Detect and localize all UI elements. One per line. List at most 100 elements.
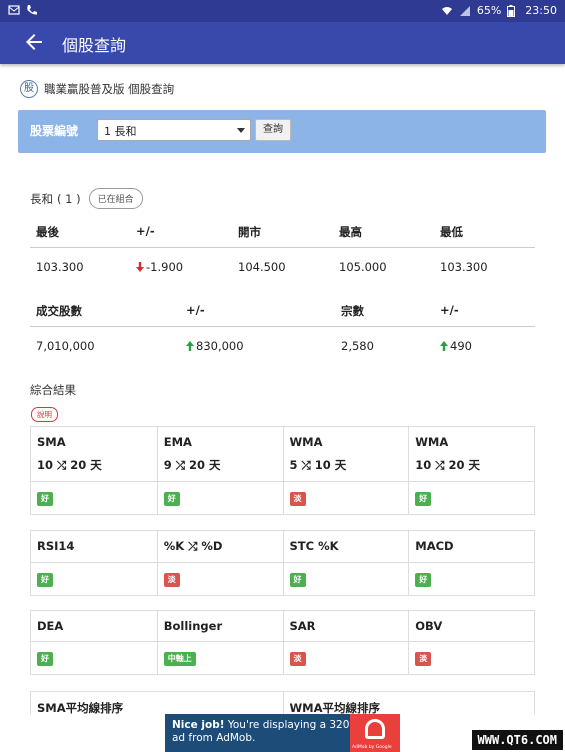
indicator-name: SMA — [37, 435, 66, 449]
crossover-icon: ⤮ — [301, 458, 311, 472]
signal-icon — [459, 5, 471, 17]
battery-icon — [507, 4, 519, 17]
search-panel: 股票編號 1 長和 查詢 — [18, 110, 546, 153]
page-title: 個股查詢 — [62, 36, 127, 55]
volume-header-shares: 成交股數 — [36, 304, 82, 318]
indicator-params: 5 ⤮ 10 天 — [289, 458, 347, 472]
battery-percent: 65% — [476, 4, 502, 17]
volume-change: 830,000 — [186, 339, 244, 353]
indicator-name: OBV — [408, 611, 534, 641]
status-badge: 好 — [415, 492, 432, 506]
status-badge: 淡 — [163, 573, 180, 587]
arrow-up-icon — [186, 341, 194, 351]
message-icon — [8, 4, 20, 16]
wma-ranking-title: WMA平均線排序 — [282, 692, 535, 714]
volume-change-value: 830,000 — [196, 339, 244, 353]
explain-button[interactable]: 說明 — [31, 407, 58, 422]
status-badge: 淡 — [415, 652, 432, 666]
back-arrow-icon[interactable] — [22, 30, 46, 54]
quote-table: 最後 +/- 開市 最高 最低 103.300 -1.900 104.500 1… — [30, 216, 535, 278]
volume-shares: 7,010,000 — [36, 339, 95, 353]
stock-code-select[interactable]: 1 長和 — [97, 119, 251, 141]
status-badge: 好 — [37, 573, 53, 587]
indicator-cell: EMA 9 ⤮ 20 天 — [156, 427, 283, 481]
admob-logo: AdMob by Google — [350, 714, 400, 752]
volume-value-row: 7,010,000 830,000 2,580 490 — [30, 327, 535, 357]
quote-open: 104.500 — [238, 260, 286, 274]
volume-trades: 2,580 — [341, 339, 374, 353]
brand-header: 股 職業贏股普及版 個股查詢 — [20, 80, 174, 98]
query-button[interactable]: 查詢 — [255, 119, 291, 141]
volume-header-trades: 宗數 — [341, 304, 364, 318]
status-badge: 好 — [415, 573, 432, 587]
stock-code: ( 1 ) — [57, 191, 81, 206]
indicator-name: RSI14 — [37, 539, 75, 553]
status-bar: 65% 23:50 — [0, 0, 565, 22]
summary-title: 綜合結果 — [30, 383, 76, 397]
indicator-names-row: DEA Bollinger SAR OBV — [31, 611, 534, 641]
sma-ranking-title: SMA平均線排序 — [37, 701, 124, 714]
indicator-names-row: RSI14 %K ⤮ %D STC %K MACD — [31, 531, 534, 562]
status-badge: 中軸上 — [163, 652, 196, 666]
quote-header-last: 最後 — [36, 225, 59, 239]
indicator-grid-2: RSI14 %K ⤮ %D STC %K MACD 好 淡 好 好 — [30, 530, 535, 596]
indicator-name: WMA — [289, 435, 323, 449]
quote-header-change: +/- — [136, 224, 155, 238]
indicator-cell: WMA 10 ⤮ 20 天 — [408, 427, 534, 481]
quote-last: 103.300 — [36, 260, 84, 274]
volume-table: 成交股數 +/- 宗數 +/- 7,010,000 830,000 2,580 … — [30, 295, 535, 357]
indicator-name: DEA — [37, 619, 64, 633]
crossover-icon: ⤮ — [57, 458, 67, 472]
crossover-icon: ⤮ — [175, 458, 185, 472]
stock-code-selected: 1 長和 — [104, 125, 137, 138]
content-area[interactable]: 股 職業贏股普及版 個股查詢 股票編號 1 長和 查詢 長和 ( 1 ) 已在組… — [0, 64, 565, 714]
indicator-grid-1: SMA 10 ⤮ 20 天 EMA 9 ⤮ 20 天 WMA 5 ⤮ 10 天 … — [30, 426, 535, 515]
clock: 23:50 — [525, 4, 557, 17]
quote-low: 103.300 — [440, 260, 488, 274]
chevron-down-icon — [237, 128, 245, 133]
volume-trades-change: 490 — [440, 339, 472, 353]
volume-header-change: +/- — [186, 303, 205, 317]
indicator-name: SAR — [282, 611, 409, 641]
indicator-params: 9 ⤮ 20 天 — [163, 458, 221, 472]
crossover-icon: ⤮ — [435, 458, 445, 472]
app-logo: 股 — [20, 80, 38, 98]
volume-header-trades-change: +/- — [440, 303, 459, 317]
arrow-up-icon — [440, 341, 448, 351]
indicator-names-row: SMA 10 ⤮ 20 天 EMA 9 ⤮ 20 天 WMA 5 ⤮ 10 天 … — [31, 427, 534, 481]
quote-header-high: 最高 — [339, 225, 362, 239]
phone-icon — [26, 4, 38, 16]
indicator-status-row: 好 中軸上 淡 淡 — [31, 641, 534, 674]
arrow-down-icon — [136, 262, 144, 272]
indicator-cell: SMA 10 ⤮ 20 天 — [31, 427, 157, 481]
status-badge: 好 — [37, 492, 53, 506]
indicator-cell: WMA 5 ⤮ 10 天 — [282, 427, 409, 481]
indicator-name: STC %K — [282, 531, 409, 562]
quote-value-row: 103.300 -1.900 104.500 105.000 103.300 — [30, 248, 535, 278]
indicator-params: 10 ⤮ 20 天 — [37, 458, 102, 472]
watermark: WWW.QT6.COM — [471, 730, 563, 750]
quote-header-row: 最後 +/- 開市 最高 最低 — [30, 216, 535, 248]
ranking-grid: SMA平均線排序 WMA平均線排序 — [30, 691, 535, 714]
quote-change: -1.900 — [136, 260, 183, 274]
admob-icon — [365, 719, 385, 739]
app-bar: 個股查詢 — [0, 22, 565, 64]
stock-header: 長和 ( 1 ) 已在組合 — [30, 188, 143, 209]
admob-caption: AdMob by Google — [352, 745, 392, 750]
status-badge: 好 — [289, 573, 306, 587]
stock-name: 長和 — [30, 191, 53, 206]
brand-text: 職業贏股普及版 個股查詢 — [44, 82, 175, 96]
indicator-status-row: 好 淡 好 好 — [31, 562, 534, 595]
quote-header-open: 開市 — [238, 225, 261, 239]
indicator-grid-3: DEA Bollinger SAR OBV 好 中軸上 淡 淡 — [30, 610, 535, 675]
indicator-name: MACD — [408, 531, 534, 562]
status-badge: 淡 — [289, 492, 306, 506]
indicator-status-row: 好 好 淡 好 — [31, 481, 534, 514]
indicator-name: WMA — [415, 435, 449, 449]
indicator-name: Bollinger — [156, 611, 283, 641]
indicator-name: %K ⤮ %D — [156, 531, 283, 562]
stock-code-label: 股票編號 — [30, 124, 79, 138]
in-portfolio-button[interactable]: 已在組合 — [88, 188, 143, 209]
ad-banner[interactable]: Nice job! You're displaying a 320 x 50 t… — [165, 714, 400, 752]
quote-header-low: 最低 — [440, 225, 463, 239]
